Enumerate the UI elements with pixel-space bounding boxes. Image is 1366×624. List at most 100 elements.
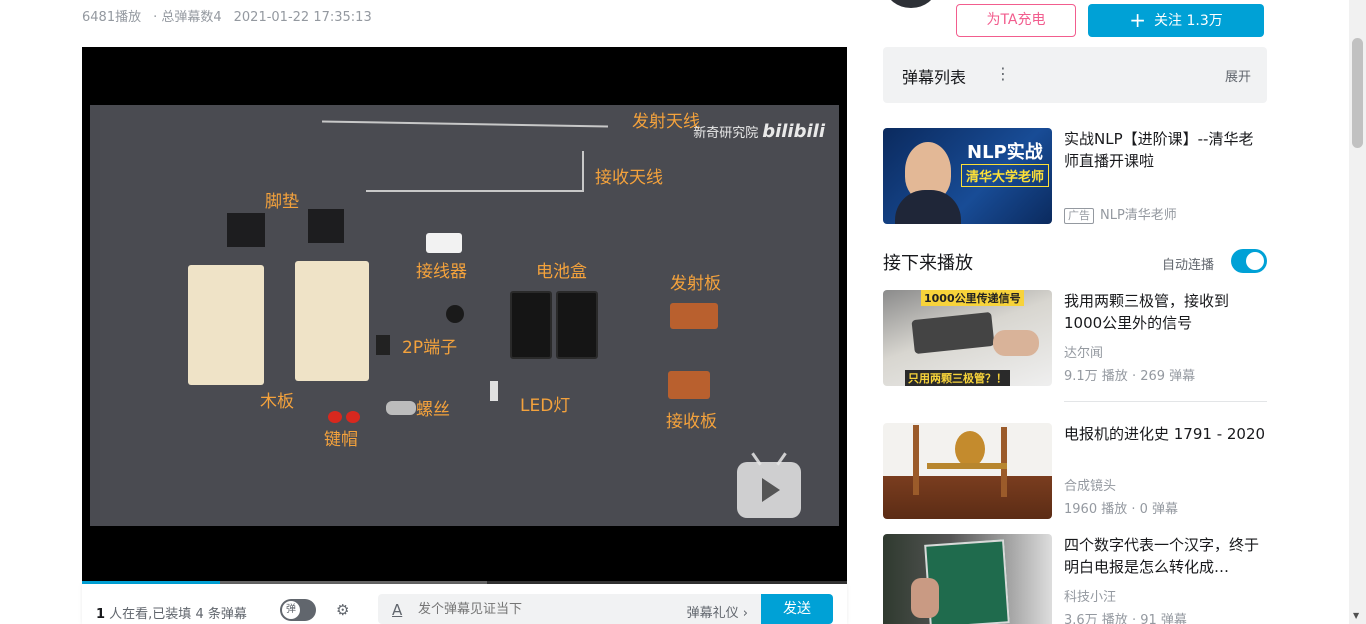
expand-button[interactable]: 展开: [1225, 66, 1251, 85]
ad-thumb-subtitle: 清华大学老师: [961, 164, 1050, 187]
ad-uploader: NLP清华老师: [1100, 208, 1177, 223]
device-post: [1001, 427, 1007, 497]
keycap-1: [328, 411, 342, 423]
video-player[interactable]: 发射天线 接收天线 新奇研究院 bilibili 脚垫 木板 接线器 2P端子 键…: [82, 47, 847, 584]
publish-time: 2021-01-22 17:35:13: [233, 10, 372, 25]
wood-board-1: [188, 265, 264, 385]
viewers-text: 人在看,已装填 4 条弹幕: [105, 607, 247, 622]
terminal-part: [376, 335, 390, 355]
more-options-icon[interactable]: ⋮: [995, 64, 1011, 83]
uploader-avatar[interactable]: [886, 0, 936, 8]
viewers-info: 1 人在看,已装填 4 条弹幕: [96, 603, 247, 622]
danmaku-input-box: A 弹幕礼仪 ›: [378, 594, 762, 624]
thumb-caption-top: 1000公里传递信号: [921, 290, 1024, 306]
follow-button[interactable]: + 关注 1.3万: [1088, 4, 1264, 37]
danmaku-settings-icon[interactable]: ⚙: [336, 601, 358, 619]
label-transmit-antenna: 发射天线: [632, 112, 700, 132]
label-led: LED灯: [520, 396, 571, 416]
ad-person-suit: [895, 190, 961, 224]
up-next-title: 接下来播放: [883, 253, 973, 274]
device-bar: [927, 463, 1007, 469]
receive-board-part: [668, 371, 710, 399]
foot-pad-2: [308, 209, 344, 243]
danmaku-list-title: 弹幕列表: [902, 68, 967, 87]
recommendation-thumbnail[interactable]: 1000公里传递信号 只用两颗三极管？！: [883, 290, 1052, 386]
label-screw: 螺丝: [416, 400, 450, 420]
recommendation-title[interactable]: 我用两颗三极管，接收到1000公里外的信号: [1064, 290, 1267, 334]
watermark-logo: bilibili: [762, 121, 825, 142]
ad-thumbnail[interactable]: NLP实战 清华大学老师: [883, 128, 1052, 224]
hand: [993, 330, 1039, 356]
hand: [911, 578, 939, 618]
danmaku-input[interactable]: [418, 599, 658, 619]
video-frame[interactable]: 发射天线 接收天线 新奇研究院 bilibili 脚垫 木板 接线器 2P端子 键…: [90, 105, 839, 526]
autoplay-switch[interactable]: [1231, 249, 1267, 273]
label-wood-board: 木板: [260, 392, 294, 412]
video-meta: 6481播放 · 总弹幕数4 2021-01-22 17:35:13: [82, 6, 384, 25]
plus-icon: +: [1129, 8, 1147, 32]
receive-antenna-bend: [582, 151, 584, 191]
battery-box-1: [510, 291, 552, 359]
viewers-count: 1: [96, 607, 106, 622]
label-receive-antenna: 接收天线: [595, 168, 663, 188]
recommendation-uploader[interactable]: 达尔闻: [1064, 342, 1103, 361]
scroll-down-arrow-icon[interactable]: ▼: [1353, 611, 1359, 620]
recommendation-title[interactable]: 四个数字代表一个汉字，终于明白电报是怎么转化成…: [1064, 534, 1267, 578]
page-scrollbar[interactable]: ▼: [1349, 0, 1366, 624]
watermark-text: 新奇研究院: [693, 126, 759, 141]
receive-antenna-wire: [366, 190, 584, 192]
recommendation-card[interactable]: 四个数字代表一个汉字，终于明白电报是怎么转化成… 科技小汪 3.6万 播放 · …: [883, 534, 1267, 624]
transmit-board-part: [670, 303, 718, 329]
transmit-antenna-wire: [322, 120, 608, 128]
danmaku-toggle-label: 弹: [282, 601, 300, 619]
device-post: [913, 425, 919, 495]
foot-pad-1: [227, 213, 265, 247]
ad-card[interactable]: NLP实战 清华大学老师 实战NLP【进阶课】--清华老师直播开课啦 广告 NLP…: [883, 128, 1267, 224]
recommendation-uploader[interactable]: 合成镜头: [1064, 475, 1116, 494]
device-coil: [955, 431, 985, 467]
recommendation-uploader[interactable]: 科技小汪: [1064, 586, 1116, 605]
danmaku-etiquette-link[interactable]: 弹幕礼仪 ›: [687, 602, 748, 621]
keycap-2: [346, 411, 360, 423]
danmaku-total: · 总弹幕数4: [153, 10, 222, 25]
label-receive-board: 接收板: [666, 412, 717, 432]
divider: [1064, 401, 1267, 402]
danmaku-bar: 1 人在看,已装填 4 条弹幕 弹 ⚙ A 弹幕礼仪 › 发送: [82, 584, 847, 624]
recommendation-thumbnail[interactable]: [883, 423, 1052, 519]
danmaku-toggle[interactable]: 弹: [280, 599, 316, 621]
ad-tag: 广告: [1064, 208, 1094, 224]
autoplay-knob: [1246, 252, 1264, 270]
thumb-caption-bottom: 只用两颗三极管？！: [905, 370, 1010, 386]
recommendation-title[interactable]: 电报机的进化史 1791 - 2020: [1064, 423, 1267, 445]
view-count: 6481播放: [82, 10, 142, 25]
scrollbar-thumb[interactable]: [1352, 38, 1363, 148]
send-button[interactable]: 发送: [761, 594, 833, 624]
recommendation-card[interactable]: 电报机的进化史 1791 - 2020 合成镜头 1960 播放 · 0 弹幕: [883, 423, 1267, 519]
telegraph-key: [911, 311, 995, 355]
recommendation-thumbnail[interactable]: [883, 534, 1052, 624]
charge-button[interactable]: 为TA充电: [956, 4, 1076, 37]
ad-thumb-title: NLP实战: [967, 142, 1043, 163]
led-part: [490, 381, 498, 401]
follow-label: 关注 1.3万: [1154, 13, 1223, 29]
play-button-icon[interactable]: [737, 452, 801, 518]
buzzer-part: [446, 305, 464, 323]
autoplay-label: 自动连播: [1162, 258, 1215, 273]
ad-uploader-row[interactable]: 广告 NLP清华老师: [1064, 204, 1177, 224]
label-foot-pad: 脚垫: [265, 192, 299, 212]
recommendation-stats: 1960 播放 · 0 弹幕: [1064, 502, 1179, 517]
label-connector: 接线器: [416, 262, 467, 282]
wood-board-2: [295, 261, 369, 381]
label-transmit-board: 发射板: [670, 274, 721, 294]
label-terminal-2p: 2P端子: [402, 338, 458, 358]
danmaku-list-header[interactable]: 弹幕列表 ⋮ 展开: [883, 47, 1267, 103]
recommendation-stats: 3.6万 播放 · 91 弹幕: [1064, 613, 1187, 624]
text-style-icon[interactable]: A: [392, 601, 402, 619]
recommendation-stats: 9.1万 播放 · 269 弹幕: [1064, 369, 1196, 384]
recommendation-card[interactable]: 1000公里传递信号 只用两颗三极管？！ 我用两颗三极管，接收到1000公里外的…: [883, 290, 1267, 386]
label-keycap: 键帽: [324, 430, 358, 450]
bilibili-watermark: 新奇研究院 bilibili: [693, 121, 825, 142]
screw-part: [386, 401, 416, 415]
battery-box-2: [556, 291, 598, 359]
ad-title[interactable]: 实战NLP【进阶课】--清华老师直播开课啦: [1064, 128, 1267, 172]
